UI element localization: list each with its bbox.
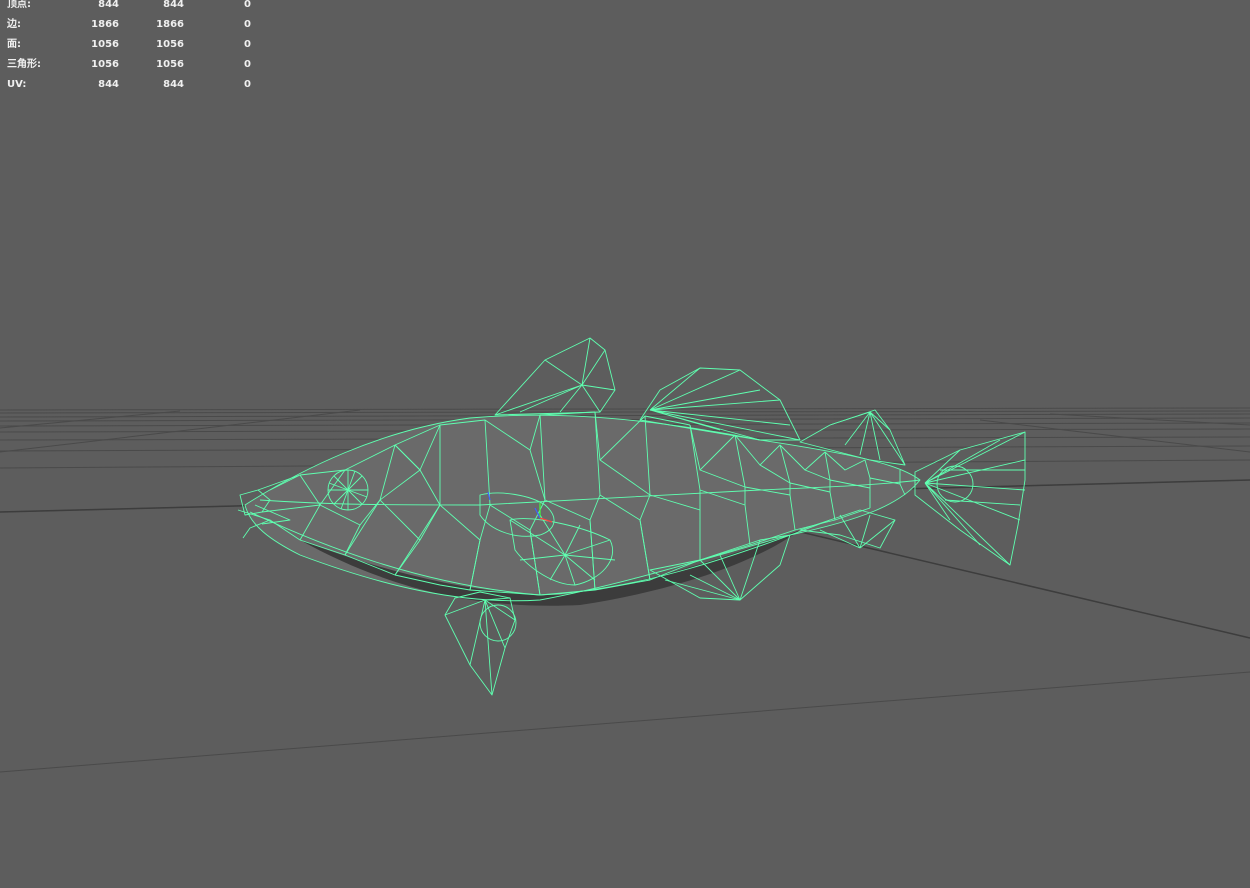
hud-extra: 0 (244, 39, 251, 50)
hud-extra: 0 (244, 59, 251, 70)
hud-row-edges: 边: 1866 1866 0 (0, 19, 262, 40)
hud-label: 顶点: (7, 0, 31, 10)
hud-selected: 844 (163, 79, 184, 90)
fish-wireframe-icon[interactable] (237, 337, 1026, 696)
hud-total: 1056 (91, 39, 119, 50)
hud-extra: 0 (244, 19, 251, 30)
hud-total: 844 (98, 79, 119, 90)
poly-count-hud: 顶点: 844 844 0 边: 1866 1866 0 面: 1056 105… (0, 0, 262, 100)
hud-row-vertices: 顶点: 844 844 0 (0, 0, 262, 20)
hud-extra: 0 (244, 0, 251, 10)
hud-label: 面: (7, 39, 21, 50)
hud-total: 844 (98, 0, 119, 10)
hud-selected: 1866 (156, 19, 184, 30)
hud-total: 1866 (91, 19, 119, 30)
hud-selected: 1056 (156, 39, 184, 50)
hud-label: UV: (7, 79, 27, 90)
hud-selected: 844 (163, 0, 184, 10)
hud-row-uvs: UV: 844 844 0 (0, 79, 262, 100)
maya-viewport[interactable]: 顶点: 844 844 0 边: 1866 1866 0 面: 1056 105… (0, 0, 1250, 888)
hud-selected: 1056 (156, 59, 184, 70)
hud-label: 边: (7, 19, 21, 30)
hud-extra: 0 (244, 79, 251, 90)
hud-label: 三角形: (7, 59, 41, 70)
hud-total: 1056 (91, 59, 119, 70)
viewport-scene[interactable] (0, 0, 1250, 888)
fish-body-shadow (245, 415, 920, 601)
hud-row-triangles: 三角形: 1056 1056 0 (0, 59, 262, 80)
